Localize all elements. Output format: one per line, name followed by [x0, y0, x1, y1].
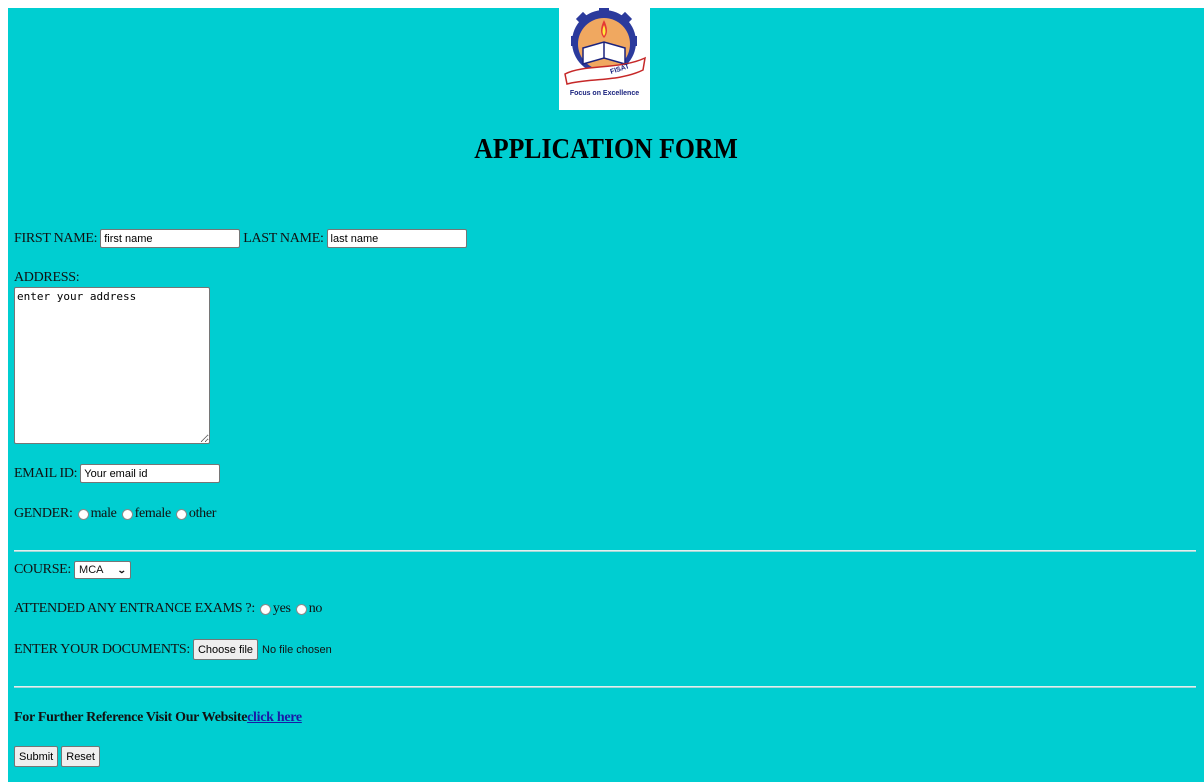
- address-textarea[interactable]: [14, 287, 210, 444]
- section-divider: [14, 550, 1196, 551]
- entrance-yes-label: yes: [272, 601, 291, 616]
- reset-button[interactable]: Reset: [61, 746, 100, 767]
- gender-male-label: male: [90, 506, 117, 521]
- course-label: COURSE:: [14, 562, 72, 577]
- choose-file-button[interactable]: Choose file: [192, 639, 259, 660]
- file-status-text: No file chosen: [262, 643, 332, 656]
- documents-row: ENTER YOUR DOCUMENTS: Choose file No fil…: [14, 639, 332, 660]
- documents-label: ENTER YOUR DOCUMENTS:: [14, 641, 190, 657]
- reference-row: For Further Reference Visit Our Websitec…: [14, 710, 302, 726]
- entrance-no-label: no: [308, 601, 323, 616]
- email-input[interactable]: [80, 464, 221, 483]
- entrance-no-radio[interactable]: [295, 603, 307, 615]
- course-select[interactable]: MCA ⌄: [74, 561, 132, 579]
- last-name-input[interactable]: [326, 229, 467, 248]
- form-page: FISAT Focus on Excellence APPLICATION FO…: [8, 8, 1204, 782]
- last-name-label: LAST NAME:: [243, 230, 324, 246]
- address-label: ADDRESS:: [14, 270, 80, 285]
- reference-label: For Further Reference Visit Our Website: [14, 710, 248, 725]
- section-divider-2: [14, 686, 1196, 687]
- gender-other-label: other: [188, 506, 217, 521]
- reference-text: For Further Reference Visit Our Websitec…: [14, 710, 302, 726]
- gender-male-radio[interactable]: [77, 508, 89, 520]
- gender-row: GENDER: male female other: [14, 506, 216, 522]
- gender-label: GENDER:: [14, 506, 73, 521]
- address-label-row: ADDRESS:: [14, 270, 80, 286]
- logo-caption: Focus on Excellence: [569, 90, 640, 97]
- gender-other-radio[interactable]: [175, 508, 187, 520]
- website-link[interactable]: click here: [247, 710, 302, 725]
- email-label: EMAIL ID:: [14, 465, 78, 481]
- course-selected-value: MCA: [79, 564, 104, 576]
- first-name-label: FIRST NAME:: [14, 230, 98, 246]
- entrance-yes-radio[interactable]: [259, 603, 271, 615]
- first-name-input[interactable]: [100, 229, 241, 248]
- actions-row: Submit Reset: [14, 746, 100, 767]
- gender-female-radio[interactable]: [121, 508, 133, 520]
- name-row: FIRST NAME: LAST NAME:: [14, 229, 470, 248]
- course-row: COURSE: MCA ⌄: [14, 561, 132, 579]
- gender-female-label: female: [134, 506, 172, 521]
- entrance-label: ATTENDED ANY ENTRANCE EXAMS ?:: [14, 601, 255, 616]
- submit-button[interactable]: Submit: [14, 746, 59, 767]
- email-row: EMAIL ID:: [14, 464, 223, 483]
- entrance-row: ATTENDED ANY ENTRANCE EXAMS ?: yes no: [14, 601, 322, 617]
- college-logo: FISAT Focus on Excellence: [559, 8, 650, 110]
- page-title: APPLICATION FORM: [474, 134, 738, 165]
- chevron-down-icon: ⌄: [117, 564, 128, 575]
